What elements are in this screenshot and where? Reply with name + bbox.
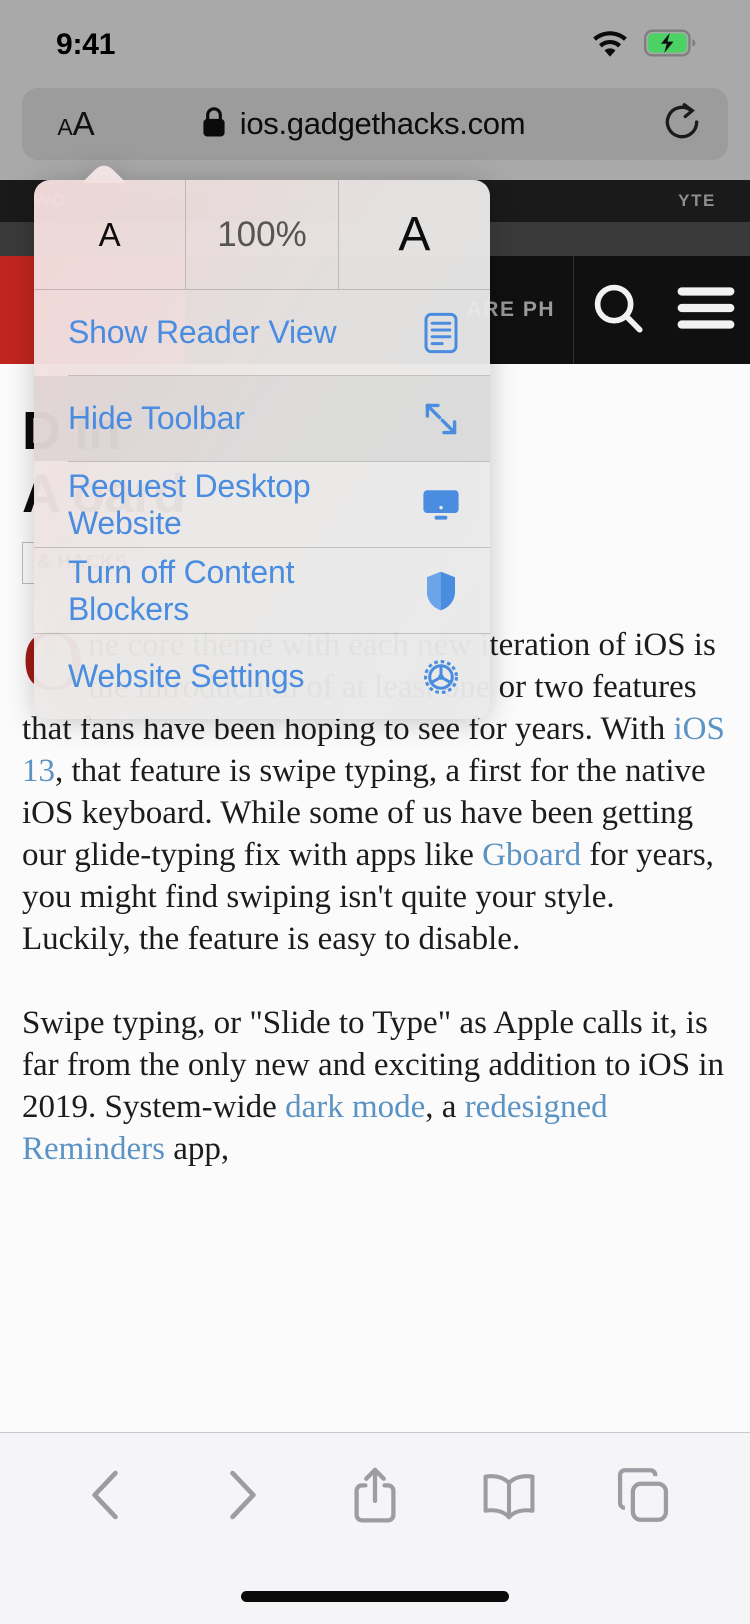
wifi-icon: [591, 29, 629, 62]
tabs-icon: [616, 1467, 670, 1528]
url-text: ios.gadgethacks.com: [239, 106, 526, 141]
home-indicator: [241, 1591, 509, 1602]
forward-button[interactable]: [174, 1467, 308, 1528]
reload-button[interactable]: [636, 100, 728, 149]
back-button[interactable]: [40, 1467, 174, 1528]
menu-item-label: Show Reader View: [68, 314, 337, 350]
reload-icon: [660, 100, 704, 149]
aa-small-letter: A: [57, 114, 73, 140]
toolbar-buttons: [0, 1433, 750, 1561]
menu-item-show-reader-view[interactable]: Show Reader View: [34, 290, 490, 375]
zoom-reset-button[interactable]: 100%: [185, 180, 337, 289]
chevron-left-icon: [84, 1467, 130, 1528]
menu-item-request-desktop-website[interactable]: Request Desktop Website: [34, 462, 490, 547]
chevron-right-icon: [218, 1467, 264, 1528]
share-button[interactable]: [308, 1465, 442, 1530]
zoom-increase-button[interactable]: A: [337, 180, 490, 289]
popover-body: A 100% A Show Reader View Hide Toolbar R…: [34, 180, 490, 719]
article-paragraph-2: Swipe typing, or "Slide to Type" as Appl…: [22, 1002, 728, 1170]
battery-charging-icon: [644, 29, 696, 62]
site-menu-button[interactable]: [662, 284, 750, 337]
menu-item-label: Website Settings: [68, 658, 305, 694]
menu-item-hide-toolbar[interactable]: Hide Toolbar: [34, 376, 490, 461]
lock-icon: [201, 106, 227, 143]
link-dark-mode[interactable]: dark mode: [285, 1089, 425, 1125]
reader-view-icon: [418, 312, 464, 354]
menu-item-turn-off-content-blockers[interactable]: Turn off Content Blockers: [34, 548, 490, 633]
paragraph-2-part-3: app,: [164, 1131, 230, 1167]
bookmarks-button[interactable]: [442, 1469, 576, 1526]
link-gboard[interactable]: Gboard: [482, 837, 581, 873]
status-indicators: [591, 23, 696, 62]
menu-item-label: Turn off Content Blockers: [68, 553, 295, 627]
gear-icon: [418, 656, 464, 698]
iphone-screen: WO YTE ARE PH: [0, 0, 750, 1624]
shield-icon: [418, 570, 464, 612]
site-search-button[interactable]: [574, 277, 662, 344]
safari-top-chrome: 9:41 A A ios.gadgethacks.com: [0, 0, 750, 180]
hamburger-menu-icon: [675, 284, 737, 337]
zoom-decrease-label: A: [98, 215, 121, 253]
url-display[interactable]: ios.gadgethacks.com: [90, 106, 636, 143]
status-time: 9:41: [56, 28, 116, 61]
zoom-controls-row: A 100% A: [34, 180, 490, 290]
url-bar[interactable]: AA ios.gadgethacks.com: [22, 88, 728, 160]
paragraph-2-part-2: , a: [425, 1089, 465, 1125]
tabs-button[interactable]: [576, 1467, 710, 1528]
share-icon: [351, 1465, 399, 1530]
search-icon: [587, 277, 649, 344]
desktop-monitor-icon: [418, 487, 464, 523]
status-bar: 9:41: [0, 0, 750, 84]
menu-item-label: Request Desktop Website: [68, 467, 311, 541]
zoom-percent-label: 100%: [217, 214, 307, 254]
site-topstrip-right-text: YTE: [678, 191, 716, 210]
safari-page-settings-popover: A 100% A Show Reader View Hide Toolbar R…: [34, 180, 490, 719]
safari-bottom-toolbar: [0, 1432, 750, 1624]
book-icon: [481, 1469, 537, 1526]
zoom-decrease-button[interactable]: A: [34, 180, 185, 289]
zoom-increase-label: A: [398, 208, 431, 261]
menu-item-website-settings[interactable]: Website Settings: [34, 634, 490, 719]
menu-item-label: Hide Toolbar: [68, 400, 245, 436]
expand-arrows-icon: [418, 399, 464, 439]
